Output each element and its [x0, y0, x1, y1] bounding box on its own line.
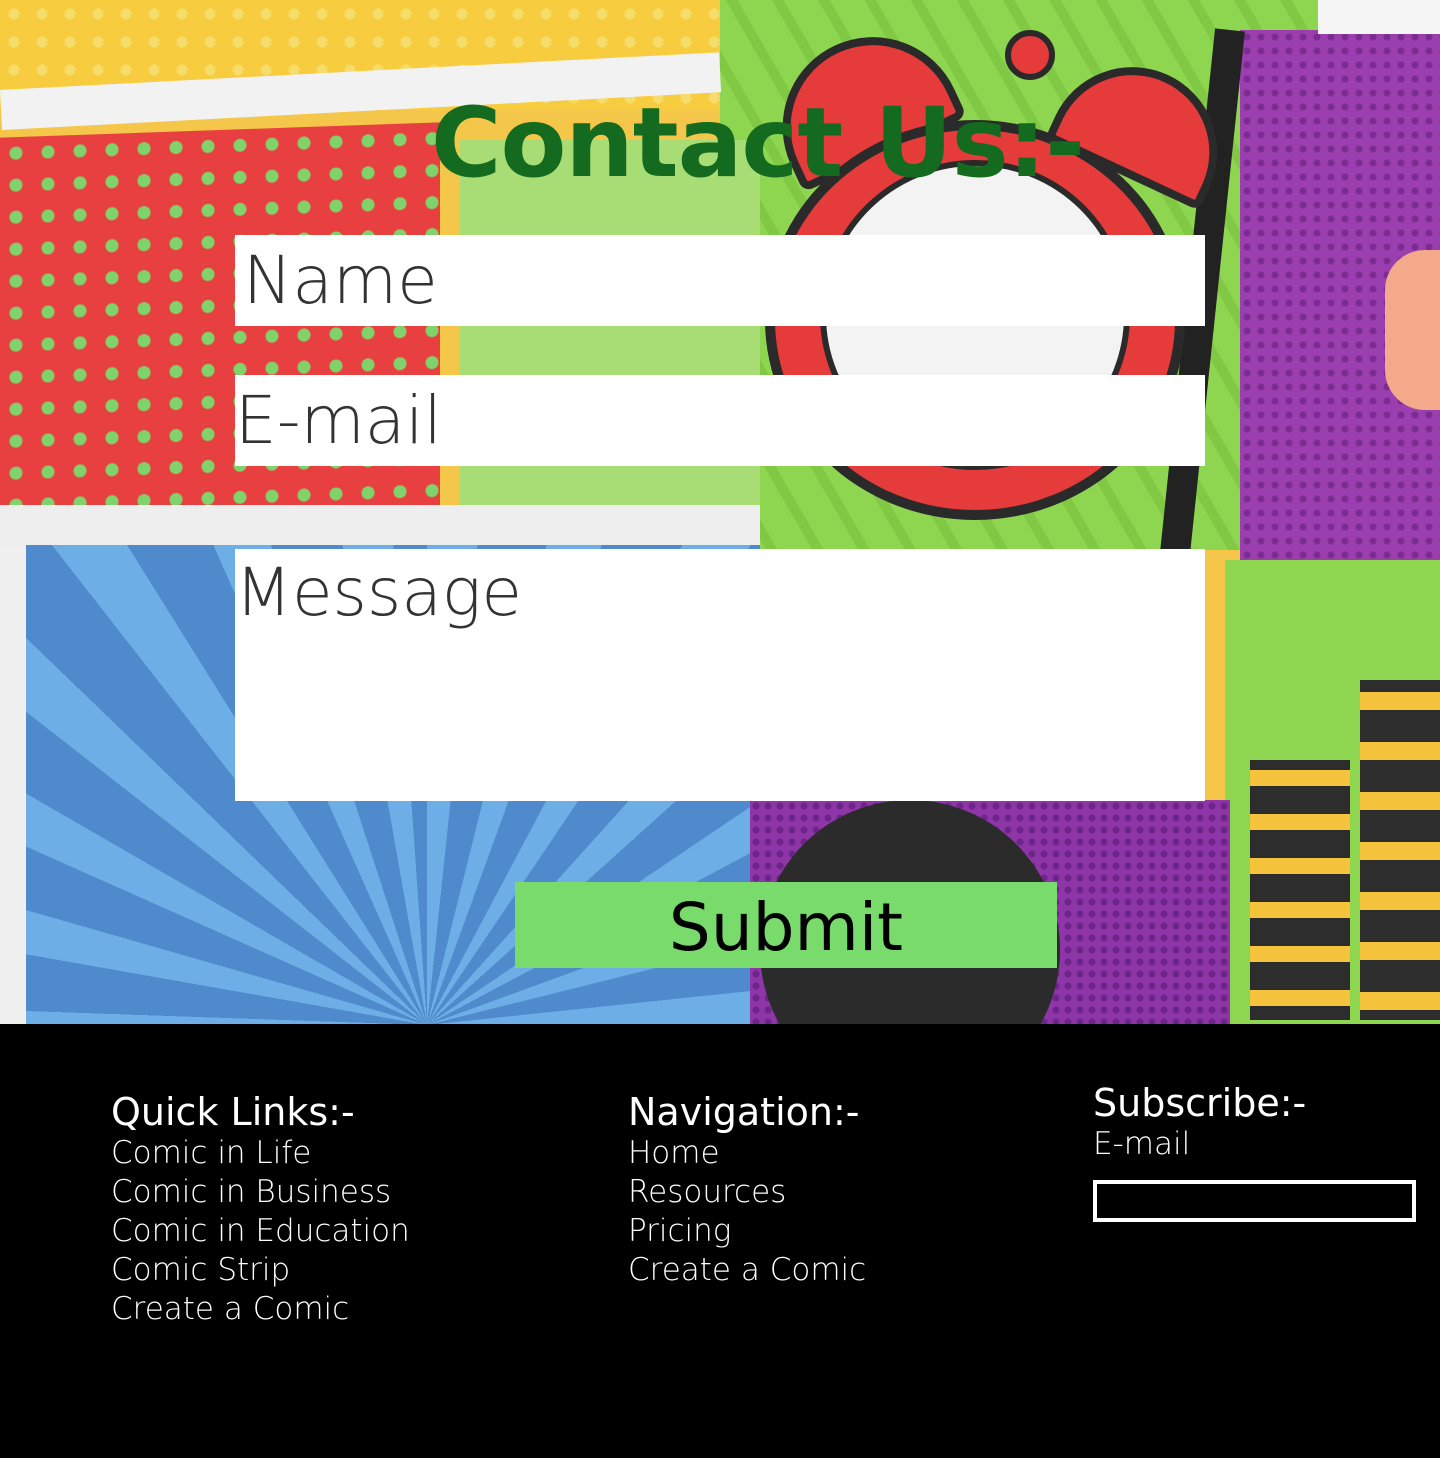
subscribe-email-label: E-mail	[1093, 1126, 1191, 1162]
quick-link-comic-strip[interactable]: Comic Strip	[111, 1251, 410, 1290]
nav-link-home[interactable]: Home	[628, 1134, 866, 1173]
nav-link-create-a-comic[interactable]: Create a Comic	[628, 1251, 866, 1290]
navigation-section: Navigation:- Home Resources Pricing Crea…	[628, 1090, 866, 1290]
alarm-clock-knob-icon	[1005, 30, 1055, 80]
comic-background-panel	[1318, 0, 1440, 34]
message-field[interactable]	[235, 549, 1205, 801]
footer: Quick Links:- Comic in Life Comic in Bus…	[0, 1024, 1440, 1458]
nav-link-pricing[interactable]: Pricing	[628, 1212, 866, 1251]
quick-link-comic-in-life[interactable]: Comic in Life	[111, 1134, 410, 1173]
comic-building-illustration	[1250, 760, 1350, 1020]
comic-background-panel	[0, 505, 760, 550]
contact-hero: Contact Us:- Submit	[0, 0, 1440, 1024]
comic-background-panel	[0, 122, 440, 538]
comic-building-illustration	[1360, 680, 1440, 1020]
submit-button[interactable]: Submit	[515, 882, 1057, 968]
quick-link-comic-in-education[interactable]: Comic in Education	[111, 1212, 410, 1251]
comic-background-panel	[0, 545, 26, 1024]
nav-link-resources[interactable]: Resources	[628, 1173, 866, 1212]
comic-background-panel	[460, 140, 760, 540]
quick-links-section: Quick Links:- Comic in Life Comic in Bus…	[111, 1090, 410, 1329]
navigation-heading: Navigation:-	[628, 1090, 860, 1134]
comic-hand-illustration	[1385, 250, 1440, 410]
email-field[interactable]	[235, 375, 1205, 466]
quick-links-heading: Quick Links:-	[111, 1090, 355, 1134]
name-field[interactable]	[235, 235, 1205, 326]
quick-link-create-a-comic[interactable]: Create a Comic	[111, 1290, 410, 1329]
contact-title: Contact Us:-	[431, 87, 1085, 199]
subscribe-heading: Subscribe:-	[1093, 1081, 1307, 1125]
quick-link-comic-in-business[interactable]: Comic in Business	[111, 1173, 410, 1212]
subscribe-section: Subscribe:- E-mail	[1093, 1081, 1416, 1222]
submit-button-label: Submit	[668, 889, 904, 966]
subscribe-email-input[interactable]	[1093, 1180, 1416, 1222]
